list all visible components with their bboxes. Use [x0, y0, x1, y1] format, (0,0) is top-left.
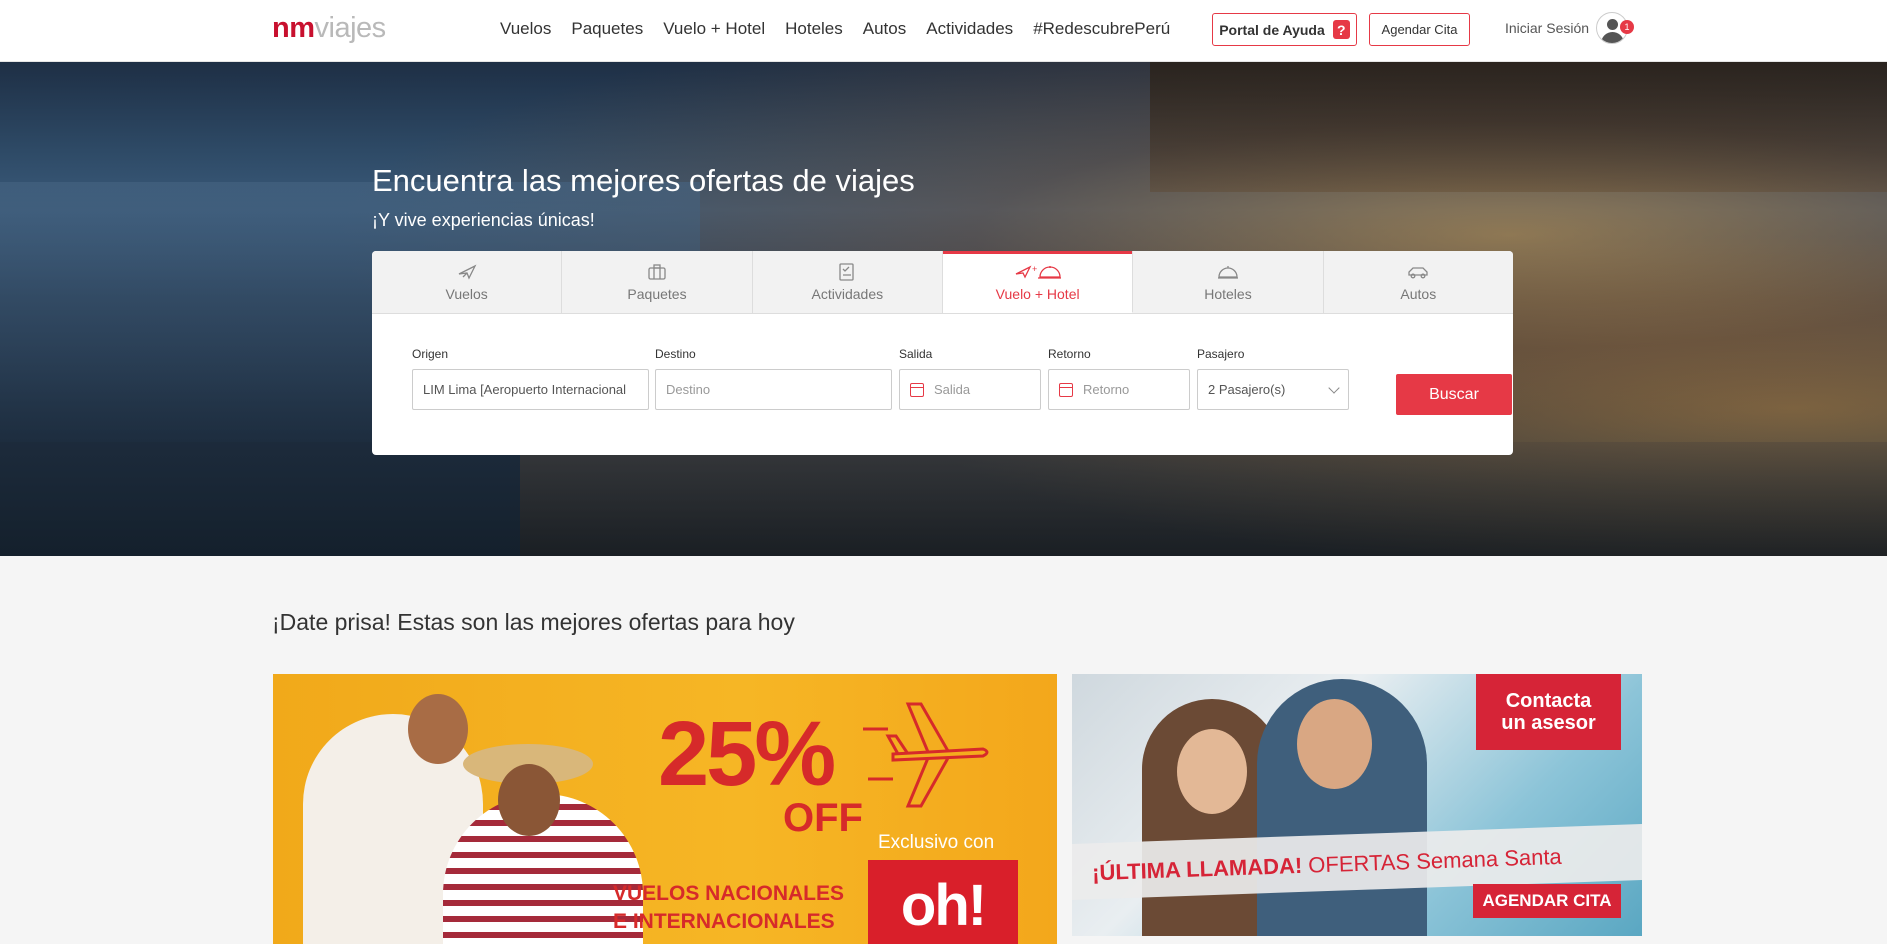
departure-field-group: Salida Salida — [899, 347, 1041, 410]
hero-banner: Encuentra las mejores ofertas de viajes … — [0, 62, 1887, 556]
origin-label: Origen — [412, 347, 449, 361]
destination-field-group: Destino Destino — [655, 347, 892, 410]
hero-title: Encuentra las mejores ofertas de viajes — [372, 163, 915, 198]
tab-label: Actividades — [811, 286, 884, 302]
plane-icon — [458, 264, 477, 280]
login-link[interactable]: Iniciar Sesión — [1505, 20, 1589, 36]
passenger-label: Pasajero — [1197, 347, 1245, 361]
nav-autos[interactable]: Autos — [863, 19, 906, 39]
promo-percent: 25% — [658, 703, 836, 805]
question-icon: ? — [1332, 20, 1350, 39]
help-portal-button[interactable]: Portal de Ayuda ? — [1212, 13, 1357, 46]
departure-placeholder: Salida — [934, 382, 971, 397]
search-button[interactable]: Buscar — [1396, 374, 1512, 415]
calendar-icon — [1059, 382, 1073, 397]
tab-label: Vuelo + Hotel — [995, 285, 1080, 302]
contact-advisor-badge: Contacta un asesor — [1476, 674, 1621, 750]
return-date-input[interactable]: Retorno — [1048, 369, 1190, 410]
schedule-appointment-button[interactable]: Agendar Cita — [1369, 13, 1470, 46]
tab-hoteles[interactable]: Hoteles — [1133, 251, 1324, 313]
notification-badge: 1 — [1620, 20, 1634, 34]
contact-line-1: Contacta — [1505, 690, 1592, 712]
nav-vuelos[interactable]: Vuelos — [500, 19, 551, 39]
briefcase-icon — [648, 264, 666, 280]
logo-viajes: viajes — [314, 12, 387, 44]
tab-vuelos[interactable]: Vuelos — [372, 251, 563, 313]
promo-line-2: E INTERNACIONALES — [613, 910, 835, 933]
tab-label: Hoteles — [1204, 286, 1252, 302]
chevron-down-icon — [1328, 381, 1340, 394]
search-widget: Vuelos Paquetes Actividades + Vuelo + Ho… — [372, 251, 1513, 455]
nav-redescubre-peru[interactable]: #RedescubrePerú — [1033, 19, 1170, 39]
main-nav: Vuelos Paquetes Vuelo + Hotel Hoteles Au… — [500, 19, 1190, 39]
origin-input[interactable]: LIM Lima [Aeropuerto Internacional — [412, 369, 649, 410]
plane-hotel-icon: + — [1015, 264, 1061, 279]
agendar-cita-banner-button[interactable]: AGENDAR CITA — [1473, 884, 1621, 918]
search-tabs: Vuelos Paquetes Actividades + Vuelo + Ho… — [372, 251, 1513, 314]
nav-actividades[interactable]: Actividades — [926, 19, 1013, 39]
tab-vuelo-hotel[interactable]: + Vuelo + Hotel — [942, 251, 1134, 313]
tab-label: Paquetes — [627, 286, 687, 302]
contact-line-2: un asesor — [1501, 712, 1596, 734]
promo-line-1: VUELOS NACIONALES — [613, 882, 845, 905]
hero-deck-background — [520, 442, 1887, 556]
tab-label: Autos — [1400, 286, 1437, 302]
promo-flights-text: VUELOS NACIONALES E INTERNACIONALES — [613, 880, 844, 936]
return-placeholder: Retorno — [1083, 382, 1130, 397]
promo-banner-semana-santa[interactable]: Contacta un asesor ¡ÚLTIMA LLAMADA! OFER… — [1072, 674, 1642, 936]
tab-label: Vuelos — [445, 286, 488, 302]
help-portal-label: Portal de Ayuda — [1219, 21, 1325, 38]
nav-hoteles[interactable]: Hoteles — [785, 19, 843, 39]
activities-icon — [839, 263, 854, 281]
return-label: Retorno — [1048, 347, 1091, 361]
departure-date-input[interactable]: Salida — [899, 369, 1041, 410]
destination-label: Destino — [655, 347, 696, 361]
departure-label: Salida — [899, 347, 933, 361]
hotel-bell-icon — [1217, 266, 1238, 279]
promo-off: OFF — [783, 796, 863, 840]
nav-vuelo-hotel[interactable]: Vuelo + Hotel — [663, 19, 765, 39]
passenger-select[interactable]: 2 Pasajero(s) — [1197, 369, 1349, 410]
tab-paquetes[interactable]: Paquetes — [562, 251, 753, 313]
promo-exclusive-text: Exclusivo con — [878, 832, 995, 853]
car-icon — [1408, 267, 1428, 279]
destination-input[interactable]: Destino — [655, 369, 892, 410]
logo[interactable]: nmviajes — [272, 12, 386, 45]
tab-autos[interactable]: Autos — [1324, 251, 1513, 313]
nav-paquetes[interactable]: Paquetes — [571, 19, 643, 39]
passenger-field-group: Pasajero 2 Pasajero(s) — [1197, 347, 1349, 410]
hero-subtitle: ¡Y vive experiencias únicas! — [372, 210, 595, 230]
svg-text:+: + — [1032, 264, 1037, 274]
return-field-group: Retorno Retorno — [1048, 347, 1190, 410]
site-header: nmviajes Vuelos Paquetes Vuelo + Hotel H… — [0, 0, 1887, 62]
logo-nm: nm — [272, 12, 315, 44]
tab-actividades[interactable]: Actividades — [753, 251, 943, 313]
airplane-icon — [863, 702, 989, 808]
offers-section-title: ¡Date prisa! Estas son las mejores ofert… — [272, 609, 795, 635]
passenger-value: 2 Pasajero(s) — [1208, 382, 1286, 397]
calendar-icon — [910, 382, 924, 397]
oh-brand-logo: oh! — [868, 860, 1018, 944]
promo-banner-25-off[interactable]: 25% OFF VUELOS NACIONALES E INTERNACIONA… — [273, 674, 1057, 944]
promo-people-image — [273, 674, 663, 944]
origin-field-group: Origen LIM Lima [Aeropuerto Internaciona… — [412, 347, 649, 410]
hero-roof-background — [1150, 62, 1887, 192]
